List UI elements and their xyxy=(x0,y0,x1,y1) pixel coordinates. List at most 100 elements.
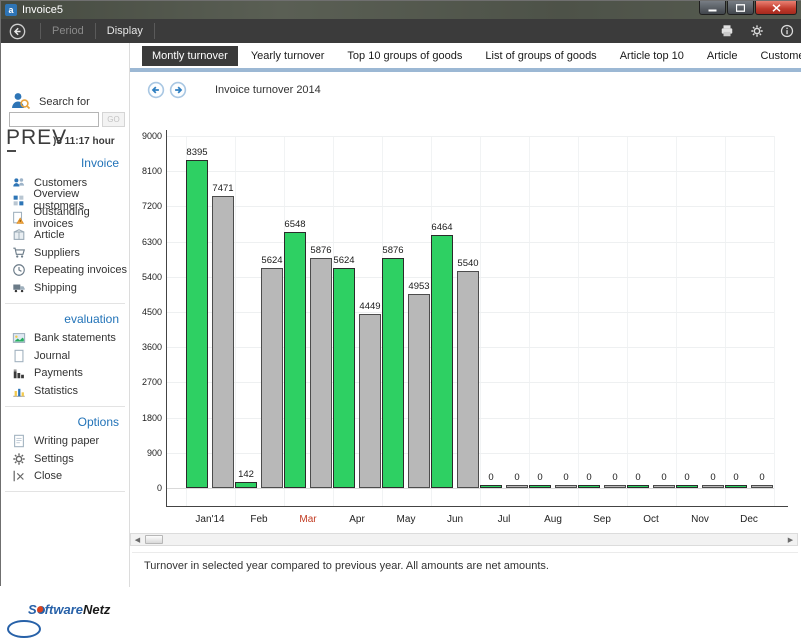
minimize-button[interactable] xyxy=(699,1,726,15)
back-arrow-icon xyxy=(9,23,26,40)
chart-gridline-horizontal xyxy=(167,206,774,207)
y-axis-tick-label: 1800 xyxy=(131,413,162,423)
footnote-separator xyxy=(132,552,798,553)
outstanding-invoices-icon xyxy=(11,210,25,225)
shipping-icon xyxy=(11,280,26,295)
logo-globe-icon xyxy=(37,606,45,614)
sidebar-item-statistics[interactable]: Statistics xyxy=(1,382,129,400)
bar-dec-current xyxy=(725,485,747,488)
bar-apr-previous xyxy=(359,314,381,488)
sidebar-item-label: Statistics xyxy=(34,385,78,397)
x-axis-line xyxy=(166,506,788,507)
search-label: Search for xyxy=(39,96,90,108)
bar-feb-current xyxy=(235,482,257,488)
main-content: Montly turnoverYearly turnoverTop 10 gro… xyxy=(130,43,801,587)
chart-gridline-vertical xyxy=(627,136,628,506)
logo-ellipse xyxy=(7,620,41,638)
sidebar-item-label: Article xyxy=(34,229,65,241)
x-axis-month-label: Apr xyxy=(333,514,381,525)
sidebar-item-label: Journal xyxy=(34,350,70,362)
bar-oct-current xyxy=(627,485,649,488)
prev-underline xyxy=(7,150,16,152)
y-axis-tick-label: 8100 xyxy=(131,166,162,176)
logo-s: S xyxy=(28,602,37,617)
settings-icon xyxy=(11,451,26,466)
sidebar-item-label: Shipping xyxy=(34,282,77,294)
bar-nov-current xyxy=(676,485,698,488)
settings-icon[interactable] xyxy=(750,24,764,38)
x-axis-month-label: Jun xyxy=(431,514,479,525)
sidebar-item-payments[interactable]: Payments xyxy=(1,365,129,383)
scroll-left-arrow[interactable]: ◀ xyxy=(131,534,144,545)
bar-dec-previous xyxy=(751,485,773,488)
bar-aug-previous xyxy=(555,485,577,488)
back-button[interactable] xyxy=(9,23,26,40)
overview-customers-icon xyxy=(11,193,25,208)
sidebar-item-label: Close xyxy=(34,470,62,482)
scrollbar-thumb[interactable] xyxy=(145,535,163,544)
sidebar-item-bank-statements[interactable]: Bank statements xyxy=(1,330,129,348)
printer-icon[interactable] xyxy=(720,24,734,38)
sidebar-item-oustanding-invoices[interactable]: Oustanding invoices xyxy=(1,209,129,227)
bar-jul-previous xyxy=(506,485,528,488)
title-bar: a Invoice5 xyxy=(1,1,801,19)
bar-value-label: 6548 xyxy=(273,219,317,230)
logo-ftware: ftware xyxy=(45,602,83,617)
softwarenetz-logo: SftwareNetz xyxy=(28,602,110,617)
bar-jun-current xyxy=(431,235,453,488)
sidebar-item-label: Oustanding invoices xyxy=(33,206,129,230)
sidebar-separator xyxy=(5,406,125,407)
toolbar-right-icons xyxy=(704,19,794,43)
info-icon[interactable] xyxy=(780,24,794,38)
maximize-button[interactable] xyxy=(727,1,754,15)
bar-jan-14-previous xyxy=(212,196,234,488)
payments-icon xyxy=(11,366,26,381)
y-axis-tick-label: 9000 xyxy=(131,131,162,141)
bar-nov-previous xyxy=(702,485,724,488)
chart-gridline-horizontal xyxy=(167,136,774,137)
toolbar: Period Display xyxy=(1,19,801,43)
sidebar-item-shipping[interactable]: Shipping xyxy=(1,279,129,297)
repeating-invoices-icon xyxy=(11,263,26,278)
x-axis-month-label: Jul xyxy=(480,514,528,525)
chart-gridline-vertical xyxy=(529,136,530,506)
sidebar-item-suppliers[interactable]: Suppliers xyxy=(1,244,129,262)
toolbar-item-period[interactable]: Period xyxy=(48,25,88,37)
sidebar-item-journal[interactable]: Journal xyxy=(1,347,129,365)
sidebar: Search for GO PREV )3 11:17 hour Invoice… xyxy=(1,43,129,587)
search-input[interactable] xyxy=(9,112,99,127)
sidebar-item-settings[interactable]: Settings xyxy=(1,450,129,468)
toolbar-separator xyxy=(40,23,41,39)
bar-sep-current xyxy=(578,485,600,488)
prev-detail-text: )3 11:17 hour xyxy=(53,136,115,147)
section-header-invoice: Invoice xyxy=(1,153,129,174)
bar-may-current xyxy=(382,258,404,488)
sidebar-item-repeating-invoices[interactable]: Repeating invoices xyxy=(1,262,129,280)
sidebar-item-close[interactable]: Close xyxy=(1,468,129,486)
bar-value-label: 5624 xyxy=(322,255,366,266)
scroll-right-arrow[interactable]: ▶ xyxy=(784,534,797,545)
suppliers-icon xyxy=(11,245,26,260)
bar-oct-previous xyxy=(653,485,675,488)
y-axis-tick-label: 4500 xyxy=(131,307,162,317)
bar-value-label: 0 xyxy=(740,472,784,483)
bar-jan-14-current xyxy=(186,160,208,488)
sidebar-item-label: Suppliers xyxy=(34,247,80,259)
section-header-options: Options xyxy=(1,412,129,433)
window-title: Invoice5 xyxy=(22,4,63,16)
section-header-evaluation: evaluation xyxy=(1,309,129,330)
sidebar-separator xyxy=(5,303,125,304)
sidebar-item-label: Settings xyxy=(34,453,74,465)
sidebar-item-writing-paper[interactable]: Writing paper xyxy=(1,433,129,451)
go-button[interactable]: GO xyxy=(102,112,125,127)
logo-netz: Netz xyxy=(83,602,110,617)
horizontal-scrollbar[interactable]: ◀ ▶ xyxy=(130,533,798,546)
sidebar-separator xyxy=(5,491,125,492)
y-axis-line xyxy=(166,130,167,506)
close-button[interactable] xyxy=(755,1,797,15)
toolbar-item-display[interactable]: Display xyxy=(103,25,147,37)
bar-value-label: 6464 xyxy=(420,222,464,233)
bar-value-label: 5876 xyxy=(371,245,415,256)
y-axis-tick-label: 7200 xyxy=(131,201,162,211)
bar-jul-current xyxy=(480,485,502,488)
